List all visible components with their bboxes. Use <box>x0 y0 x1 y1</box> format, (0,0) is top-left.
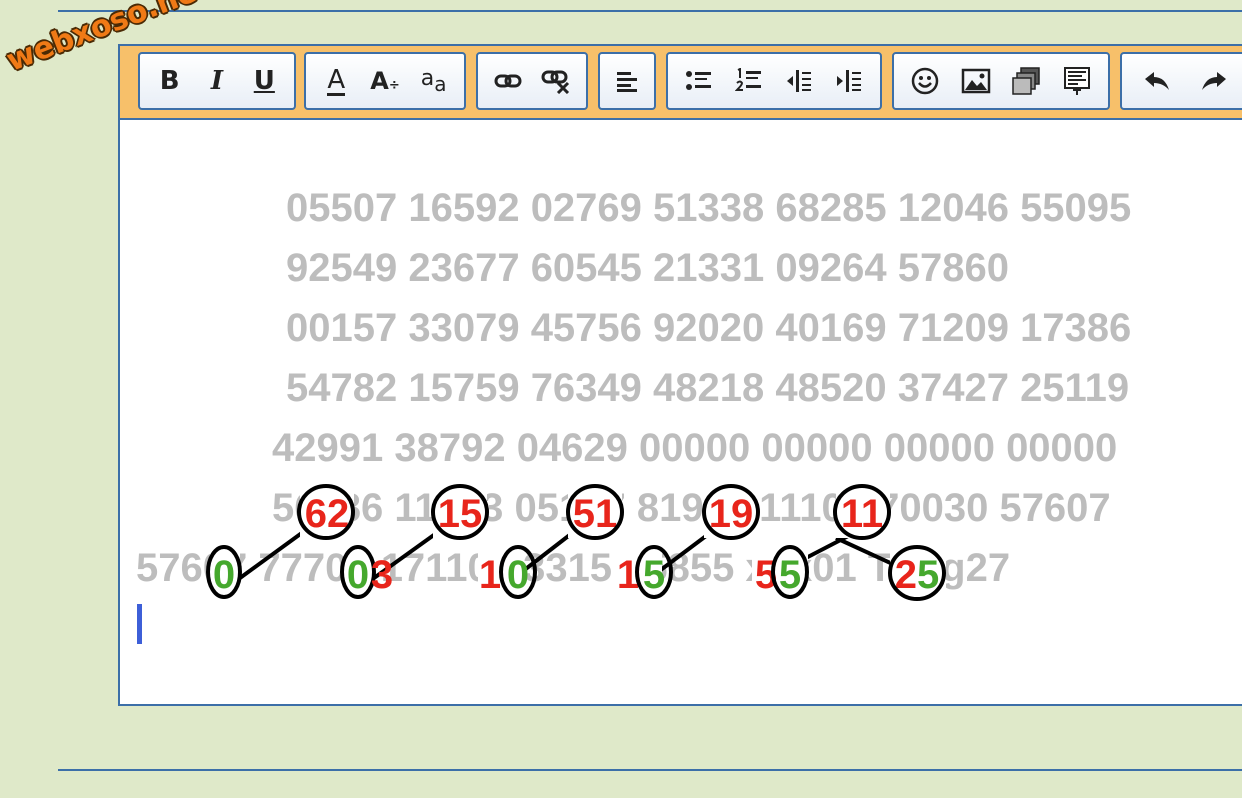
font-color-button[interactable]: A <box>316 58 356 104</box>
bold-button[interactable]: B <box>150 58 190 104</box>
link-icon <box>494 74 522 88</box>
redo-button[interactable] <box>1194 58 1234 104</box>
italic-icon: I <box>210 66 224 96</box>
outdent-icon <box>787 70 811 92</box>
bullet-list-button[interactable] <box>679 58 719 104</box>
insert-group <box>892 52 1110 110</box>
undo-button[interactable] <box>1137 58 1177 104</box>
editor-toolbar: B I U A A÷ aa <box>120 46 1242 120</box>
unlink-button[interactable] <box>536 58 576 104</box>
bullet-list-icon <box>686 71 711 90</box>
outdent-button[interactable] <box>779 58 819 104</box>
redo-icon <box>1201 72 1226 90</box>
align-left-button[interactable] <box>607 58 647 104</box>
smiley-icon <box>912 67 939 95</box>
font-size-sub: ÷ <box>388 78 400 93</box>
text-style-button[interactable]: aa <box>414 58 454 104</box>
link-button[interactable] <box>488 58 528 104</box>
number-line-2: 92549 23677 60545 21331 09264 57860 <box>286 246 1009 290</box>
text-format-group: B I U <box>138 52 296 110</box>
align-group <box>598 52 656 110</box>
media-icon <box>1012 67 1040 95</box>
italic-button[interactable]: I <box>197 58 237 104</box>
undo-icon <box>1144 72 1169 90</box>
font-size-letter: A <box>370 67 389 95</box>
underline-button[interactable]: U <box>244 58 284 104</box>
indent-button[interactable] <box>829 58 869 104</box>
history-group <box>1120 52 1242 110</box>
list-group <box>666 52 882 110</box>
numbered-list-button[interactable] <box>729 58 769 104</box>
align-left-icon <box>617 72 637 92</box>
text-caret <box>137 604 142 644</box>
code-icon <box>1063 67 1090 95</box>
bottom-divider <box>58 769 1242 771</box>
indent-icon <box>837 70 861 92</box>
number-line-1: 05507 16592 02769 51338 68285 12046 5509… <box>286 186 1132 230</box>
number-line-4: 54782 15759 76349 48218 48520 37427 2511… <box>286 366 1130 410</box>
smiley-button[interactable] <box>905 58 945 104</box>
image-button[interactable] <box>956 58 996 104</box>
text-style-letter: a <box>420 65 435 91</box>
font-style-group: A A÷ aa <box>304 52 466 110</box>
rich-text-editor[interactable]: B I U A A÷ aa 05507 16592 02769 51338 68… <box>118 44 1242 706</box>
number-line-6: 56286 11503 05177 81910 11103 70030 5760… <box>272 486 1111 530</box>
font-size-button[interactable]: A÷ <box>365 58 405 104</box>
number-line-7: 57607 77703 17110 93315 35855 xxx01 Tổng… <box>136 546 1011 590</box>
text-style-sub: a <box>434 71 447 96</box>
font-color-icon: A <box>327 64 346 96</box>
number-line-5: 42991 38792 04629 00000 00000 00000 0000… <box>272 426 1118 470</box>
numbered-list-icon <box>735 68 761 91</box>
underline-icon: U <box>253 66 275 96</box>
media-button[interactable] <box>1006 58 1046 104</box>
font-size-icon: A÷ <box>370 67 399 95</box>
image-icon <box>961 68 990 94</box>
number-line-3: 00157 33079 45756 92020 40169 71209 1738… <box>286 306 1132 350</box>
unlink-icon <box>541 70 570 94</box>
link-group <box>476 52 588 110</box>
bold-icon: B <box>159 66 180 96</box>
text-style-icon: aa <box>421 66 447 97</box>
top-divider <box>58 10 1242 12</box>
code-button[interactable] <box>1057 58 1097 104</box>
editor-content[interactable]: 05507 16592 02769 51338 68285 12046 5509… <box>120 120 1242 704</box>
